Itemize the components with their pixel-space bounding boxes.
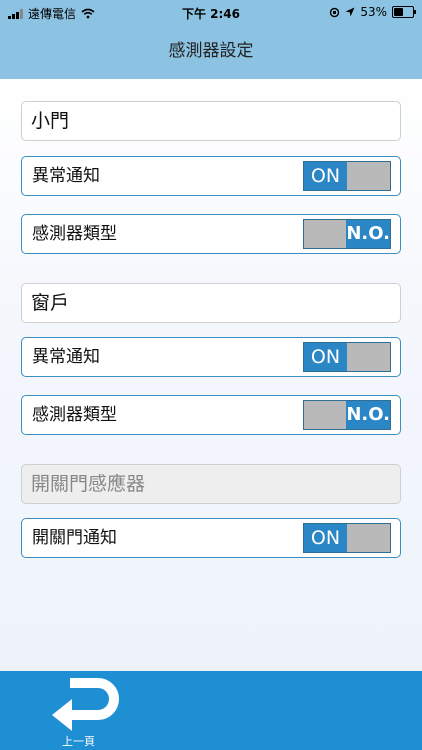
sensor-name-field[interactable]: 小門 — [21, 101, 401, 141]
sensor-list: 小門 異常通知 ON 感測器類型 N.O. 窗戶 異常通知 ON 感測器類型 N… — [0, 79, 422, 671]
toggle-on-label: ON — [304, 162, 347, 190]
sensor-type-row: 感測器類型 N.O. — [21, 214, 401, 254]
location-icon — [345, 7, 355, 17]
sensor-type-toggle[interactable]: N.O. — [303, 219, 391, 249]
sensor-name-field: 開關門感應器 — [21, 464, 401, 504]
sensor-type-row: 感測器類型 N.O. — [21, 395, 401, 435]
door-notify-toggle[interactable]: ON — [303, 523, 391, 553]
row-label: 異常通知 — [32, 347, 100, 367]
alert-toggle[interactable]: ON — [303, 342, 391, 372]
toggle-no-label: N.O. — [346, 401, 390, 429]
door-notify-row: 開關門通知 ON — [21, 518, 401, 558]
sensor-type-toggle[interactable]: N.O. — [303, 400, 391, 430]
toggle-on-label: ON — [304, 524, 347, 552]
bottom-bar: 上一頁 — [0, 671, 422, 750]
sensor-alert-row: 異常通知 ON — [21, 156, 401, 196]
row-label: 開關門通知 — [32, 528, 117, 548]
row-label: 異常通知 — [32, 166, 100, 186]
alert-toggle[interactable]: ON — [303, 161, 391, 191]
row-label: 感測器類型 — [32, 224, 117, 244]
sensor-name-field[interactable]: 窗戶 — [21, 283, 401, 323]
toggle-knob — [347, 524, 390, 552]
status-bar: 遠傳電信 下午 2:46 53% — [0, 0, 422, 24]
page-title: 感測器設定 — [168, 41, 254, 61]
battery-fill — [394, 8, 404, 16]
nav-header: 感測器設定 — [0, 24, 422, 79]
battery-icon — [392, 6, 416, 18]
back-label: 上一頁 — [62, 735, 95, 748]
toggle-knob — [347, 343, 390, 371]
toggle-no-label: N.O. — [346, 220, 390, 248]
orientation-lock-icon — [330, 7, 340, 17]
back-arrow-icon — [52, 678, 119, 731]
back-button[interactable]: 上一頁 — [48, 675, 128, 748]
status-right: 53% — [329, 5, 416, 19]
toggle-knob — [304, 220, 347, 248]
battery-percent: 53% — [360, 5, 387, 19]
row-label: 感測器類型 — [32, 405, 117, 425]
toggle-on-label: ON — [304, 343, 347, 371]
sensor-alert-row: 異常通知 ON — [21, 337, 401, 377]
toggle-knob — [347, 162, 390, 190]
toggle-knob — [304, 401, 347, 429]
